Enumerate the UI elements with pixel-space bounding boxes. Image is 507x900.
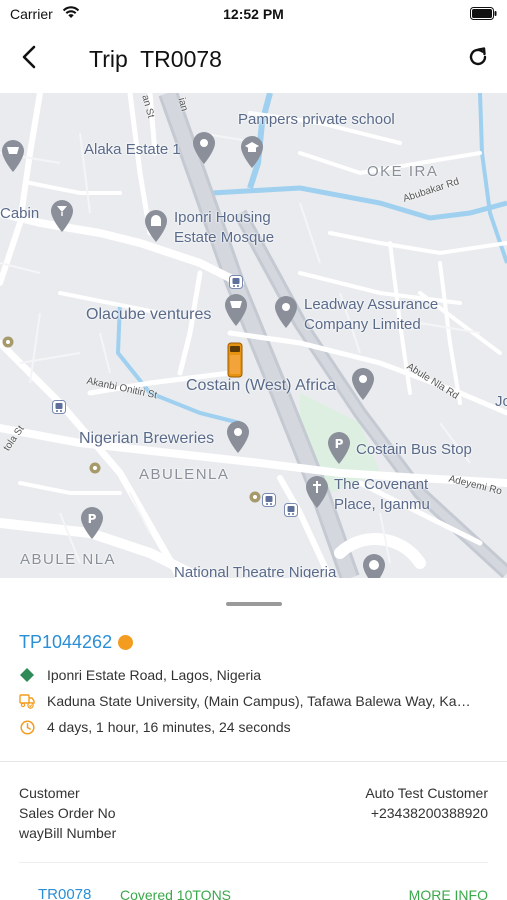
mosque-pin-icon[interactable] [143, 209, 169, 243]
map-label: National Theatre Nigeria [174, 564, 337, 578]
church-pin-icon[interactable] [304, 475, 330, 509]
status-bar: Carrier 12:52 PM [0, 0, 507, 28]
trip-duration: 4 days, 1 hour, 16 minutes, 24 seconds [47, 719, 291, 735]
map-label: Costain Bus Stop [356, 441, 472, 458]
map-pin-icon[interactable] [350, 367, 376, 401]
map-label: Cabin [0, 205, 40, 222]
more-info-button[interactable]: MORE INFO [409, 887, 488, 900]
clock-icon [19, 719, 35, 735]
map-label: Olacube ventures [86, 306, 212, 323]
nav-header: Trip TR0078 [0, 28, 507, 92]
map-pin-icon[interactable] [273, 295, 299, 329]
map-label: Estate Mosque [174, 229, 275, 246]
customer-value: Auto Test Customer [365, 785, 488, 801]
map-label: Place, Iganmu [334, 496, 430, 513]
details-labels: Customer Sales Order No wayBill Number [19, 783, 116, 843]
parking-pin-icon[interactable]: P [79, 506, 105, 540]
map-label: The Covenant [334, 476, 429, 493]
trip-map[interactable]: P P Pampers private school Alaka Estate … [0, 93, 507, 578]
map-label: Costain (West) Africa [186, 377, 336, 394]
destination-row: Kaduna State University, (Main Campus), … [19, 693, 471, 709]
status-indicator [118, 635, 133, 650]
shopping-pin-icon[interactable] [0, 139, 26, 173]
map-pin-icon[interactable] [225, 420, 251, 454]
shopping-pin-icon[interactable] [223, 293, 249, 327]
map-area-label: ABULE NLA [20, 551, 117, 568]
map-label: Alaka Estate 1 [84, 141, 181, 158]
sales-order-value: +23438200388920 [370, 805, 488, 821]
destination-truck-icon [19, 693, 35, 709]
map-label: Leadway Assurance [304, 296, 439, 313]
map-area-label: ABULENLA [139, 466, 230, 483]
origin-address: Iponri Estate Road, Lagos, Nigeria [47, 667, 262, 683]
svg-text:P: P [88, 512, 97, 526]
parking-pin-icon[interactable]: P [326, 431, 352, 465]
map-label: Jo [495, 393, 507, 410]
trip-code-link[interactable]: TP1044262 [19, 632, 112, 653]
destination-address: Kaduna State University, (Main Campus), … [47, 693, 471, 709]
sales-order-label: Sales Order No [19, 805, 116, 821]
duration-row: 4 days, 1 hour, 16 minutes, 24 seconds [19, 719, 291, 735]
trip-detail-sheet: TP1044262 Iponri Estate Road, Lagos, Nig… [0, 578, 507, 900]
covered-status: Covered 10TONS [120, 887, 232, 900]
origin-row: Iponri Estate Road, Lagos, Nigeria [19, 667, 261, 683]
origin-diamond-icon [19, 667, 35, 683]
map-label: Pampers private school [238, 111, 395, 128]
theatre-pin-icon[interactable] [361, 553, 387, 578]
section-divider [0, 761, 507, 762]
map-label: Nigerian Breweries [79, 430, 215, 447]
map-area-label: OKE IRA [367, 163, 439, 180]
clock: 12:52 PM [223, 6, 284, 22]
map-label: Iponri Housing [174, 209, 271, 226]
section-divider [19, 862, 488, 863]
chevron-left-icon [21, 45, 37, 74]
back-button[interactable] [14, 44, 44, 74]
battery-icon [470, 7, 497, 25]
details-values: Auto Test Customer +23438200388920 [365, 783, 488, 823]
school-pin-icon[interactable] [239, 135, 265, 169]
map-label: Company Limited [304, 316, 421, 333]
waybill-label: wayBill Number [19, 825, 117, 841]
trip-tab-code[interactable]: TR0078 [38, 886, 91, 900]
map-pin-icon[interactable] [191, 131, 217, 165]
sheet-grabber[interactable] [226, 602, 282, 606]
svg-text:P: P [335, 437, 344, 451]
customer-label: Customer [19, 785, 80, 801]
bar-pin-icon[interactable] [49, 199, 75, 233]
refresh-icon [467, 46, 489, 73]
page-title: Trip TR0078 [89, 46, 222, 72]
refresh-button[interactable] [463, 44, 493, 74]
